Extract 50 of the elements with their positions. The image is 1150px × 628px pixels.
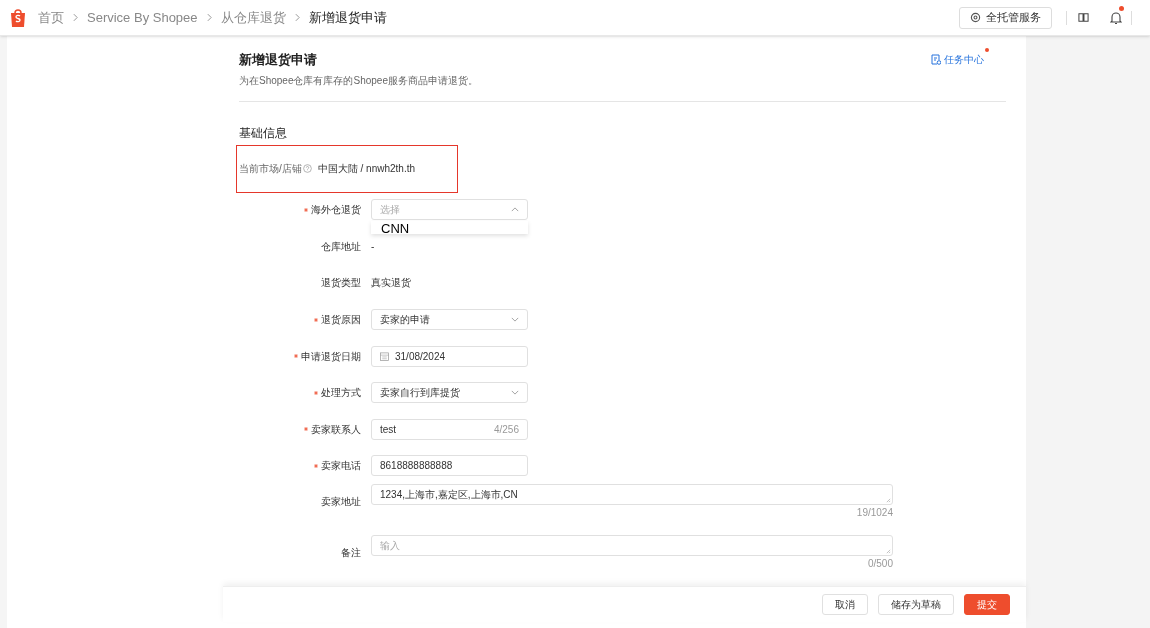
resize-handle-icon[interactable] (886, 498, 891, 504)
book-icon[interactable] (1078, 12, 1089, 23)
field-label: 退货类型 (321, 276, 361, 291)
date-field[interactable]: 31/08/2024 (371, 345, 528, 367)
chevron-up-icon (511, 207, 519, 213)
input-field[interactable]: 8618888888888 (371, 455, 528, 477)
field-label: 退货原因 (321, 313, 361, 328)
submit-button[interactable]: 提交 (964, 594, 1010, 616)
secondary-button[interactable]: 储存为草稿 (878, 594, 954, 616)
text-area[interactable]: 1234,上海市,嘉定区,上海市,CN (371, 484, 893, 506)
chevron-right-icon (294, 13, 300, 22)
field-label: 卖家电话 (321, 459, 361, 474)
breadcrumb-link[interactable]: Service By Shopee (87, 7, 198, 28)
bell-icon[interactable] (1110, 10, 1122, 25)
secondary-button[interactable]: 取消 (822, 594, 868, 616)
breadcrumb-link[interactable]: 首页 (38, 7, 64, 28)
field-label: 申请退货日期 (301, 349, 361, 364)
field-value: 真实退货 (371, 276, 411, 291)
field-label: 卖家联系人 (311, 422, 361, 437)
select-field[interactable]: 卖家的申请 (371, 309, 528, 331)
chevron-down-icon (511, 317, 519, 323)
input-field[interactable]: test 4/256 (371, 418, 528, 440)
character-counter: 4/256 (493, 422, 519, 437)
chevron-right-icon (73, 13, 78, 22)
task-center-link[interactable]: 任务中心 (931, 52, 984, 67)
service-button[interactable]: 全托管服务 (959, 6, 1052, 29)
chevron-down-icon (511, 390, 519, 396)
field-label: 海外仓退货 (311, 203, 361, 218)
dropdown-option[interactable]: CNN (371, 221, 528, 235)
breadcrumb-current: 新增退货申请 (308, 8, 387, 27)
chevron-right-icon (206, 13, 212, 22)
field-value: 中国大陆 / nnwh2th.th (317, 162, 416, 176)
resize-handle-icon[interactable] (886, 549, 891, 555)
breadcrumb-link[interactable]: 从仓库退货 (220, 7, 286, 28)
shopee-logo-icon[interactable] (9, 7, 27, 28)
page-title: 新增退货申请 (239, 51, 318, 69)
field-label: 卖家地址 (321, 495, 361, 510)
field-label: 处理方式 (321, 386, 361, 401)
field-label: 仓库地址 (321, 239, 361, 254)
field-label: 备注 (341, 546, 361, 561)
gear-icon (970, 12, 981, 23)
character-counter: 0/500 (867, 558, 893, 571)
task-list-icon (931, 54, 941, 65)
field-label: 当前市场/店铺 (239, 162, 302, 176)
page-subtitle: 为在Shopee仓库有库存的Shopee服务商品申请退货。 (239, 73, 478, 88)
field-value: - (371, 239, 375, 254)
select-field[interactable]: 卖家自行到库提货 (371, 382, 528, 404)
character-counter: 19/1024 (856, 507, 893, 520)
section-title: 基础信息 (239, 124, 288, 142)
calendar-icon (380, 351, 389, 361)
